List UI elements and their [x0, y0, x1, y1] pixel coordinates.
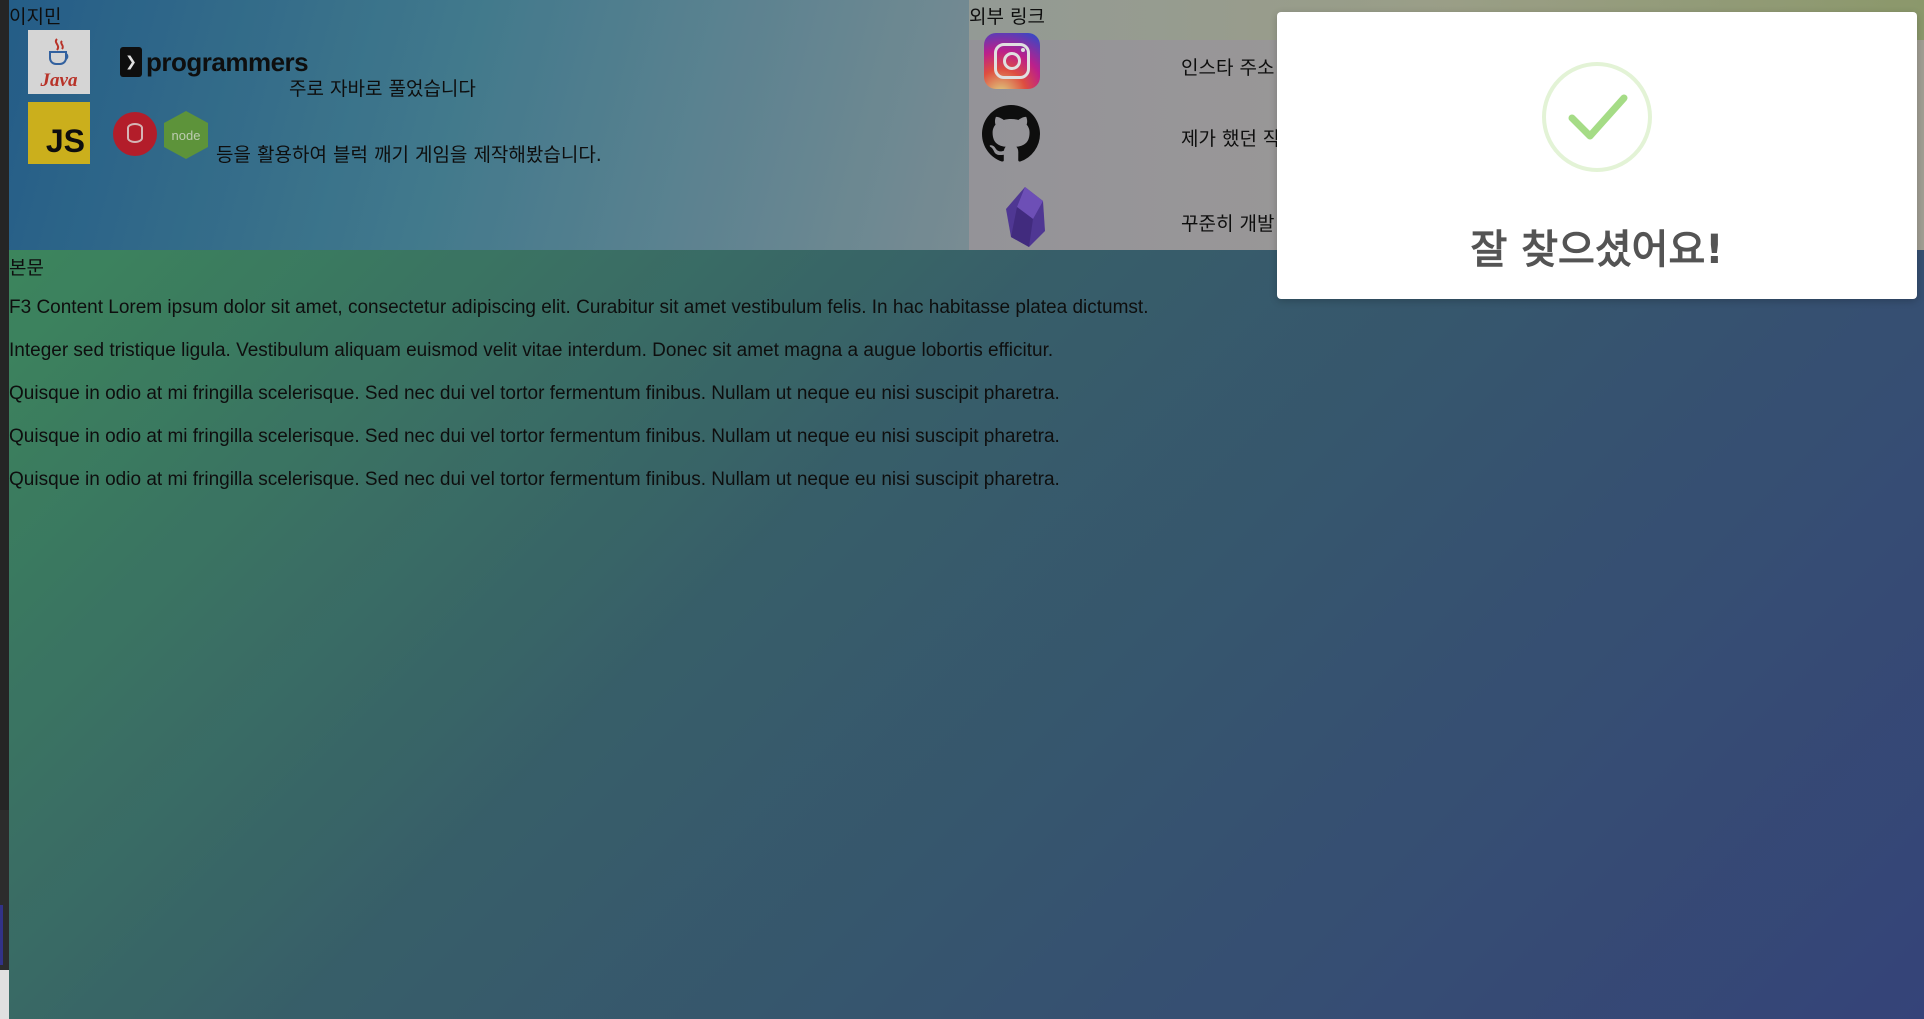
programmers-mark-icon: ❯ — [120, 47, 142, 77]
instagram-icon[interactable] — [984, 33, 1040, 89]
nodejs-logo-text: node — [172, 128, 201, 143]
instagram-lens — [1003, 52, 1021, 70]
java-cup-icon — [49, 38, 69, 65]
profile-section: 이지민 Java ❯ programmers 주로 자바로 풀었습니다 JS n… — [9, 0, 969, 250]
success-check-icon — [1542, 62, 1652, 172]
javascript-logo: JS — [28, 102, 90, 164]
database-logo — [113, 112, 157, 156]
main-paragraph-2: Integer sed tristique ligula. Vestibulum… — [9, 340, 1054, 361]
main-paragraph-5: Quisque in odio at mi fringilla sceleris… — [9, 469, 1060, 490]
profile-line-2: 등을 활용하여 블럭 깨기 게임을 제작해봤습니다. — [216, 144, 602, 166]
nodejs-logo: node — [163, 110, 209, 160]
database-icon — [127, 123, 143, 143]
main-paragraph-1: F3 Content Lorem ipsum dolor sit amet, c… — [9, 297, 1149, 318]
popup-message: 잘 찾으셨어요! — [1470, 227, 1724, 273]
javascript-logo-text: JS — [45, 123, 85, 159]
main-paragraph-4: Quisque in odio at mi fringilla sceleris… — [9, 426, 1060, 447]
link-text-obsidian[interactable]: 꾸준히 개발 — [1181, 209, 1274, 236]
links-title: 외부 링크 — [969, 6, 1045, 28]
left-edge-bar — [0, 0, 9, 810]
java-logo-text: Java — [40, 70, 78, 91]
java-logo: Java — [28, 30, 90, 94]
profile-line-1: 주로 자바로 풀었습니다 — [289, 78, 476, 100]
main-title: 본문 — [9, 257, 44, 279]
left-edge-strip — [0, 0, 9, 1019]
nodejs-hexagon-icon: node — [164, 111, 208, 159]
instagram-dot — [1021, 48, 1025, 52]
github-icon[interactable] — [982, 105, 1040, 163]
main-paragraph-3: Quisque in odio at mi fringilla sceleris… — [9, 383, 1060, 404]
link-text-instagram[interactable]: 인스타 주소 — [1181, 53, 1274, 80]
left-edge-accent — [0, 905, 3, 965]
obsidian-icon[interactable] — [1003, 185, 1047, 249]
success-popup[interactable]: 잘 찾으셨어요! — [1277, 12, 1917, 299]
programmers-logo-text: programmers — [146, 46, 309, 77]
profile-title: 이지민 — [9, 6, 62, 28]
programmers-logo: ❯ programmers — [120, 46, 309, 78]
link-text-github[interactable]: 제가 했던 작 — [1181, 124, 1280, 151]
left-edge-white — [0, 970, 9, 1019]
